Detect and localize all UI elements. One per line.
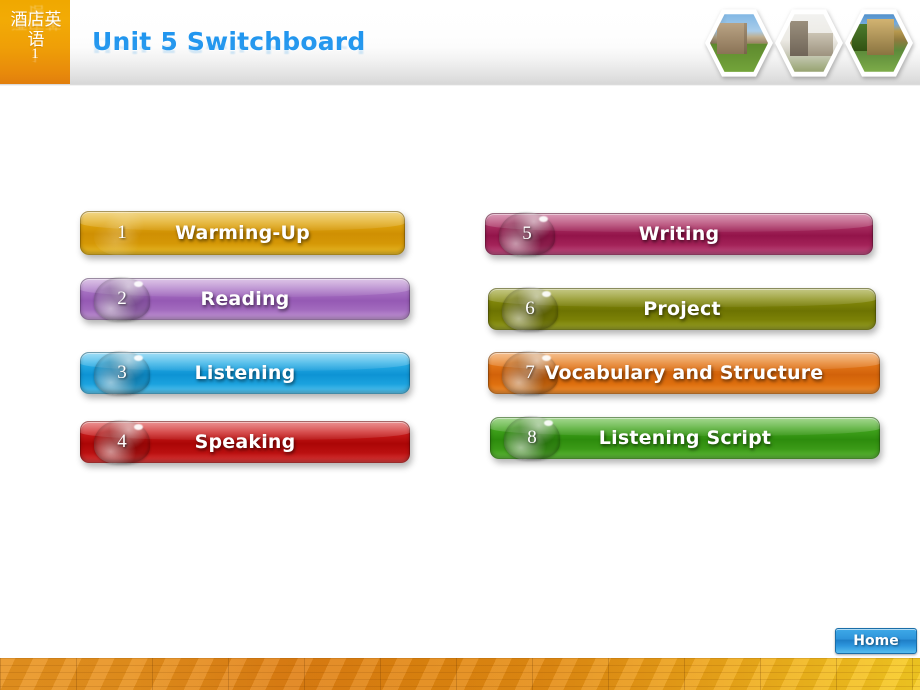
menu-button-label: Reading [200, 288, 290, 310]
menu-button-label: Writing [638, 223, 720, 245]
header-divider [0, 84, 920, 86]
hex-photo-campus-2 [775, 8, 843, 78]
course-logo-title-reflection: 酒店英语 [10, 3, 62, 31]
home-button-label: Home [853, 633, 899, 649]
menu-button-label: Project [643, 298, 721, 320]
menu-button-project[interactable]: 6 Project [488, 287, 876, 331]
menu-button-vocabulary-and-structure[interactable]: 7 Vocabulary and Structure [488, 351, 880, 395]
menu-button-writing[interactable]: 5 Writing [485, 212, 873, 256]
home-button[interactable]: Home [835, 628, 917, 654]
menu-button-listening-script[interactable]: 8 Listening Script [490, 416, 880, 460]
menu-button-speaking[interactable]: 4 Speaking [80, 420, 410, 464]
menu-button-listening[interactable]: 3 Listening [80, 351, 410, 395]
footer-decorative-strip [0, 658, 920, 690]
page-header: 酒店英语 酒店英语 1 1 Unit 5 Switchboard Unit 5 … [0, 0, 920, 86]
page-title-reflection: Unit 5 Switchboard [92, 32, 366, 57]
menu-button-reading[interactable]: 2 Reading [80, 277, 410, 321]
course-logo-block: 酒店英语 酒店英语 1 1 [0, 0, 70, 86]
menu-button-label: Warming-Up [175, 222, 310, 244]
hex-photo-campus-1 [705, 8, 773, 78]
menu-button-warming-up[interactable]: 1 Warming-Up [80, 211, 405, 255]
hex-photo-campus-3 [845, 8, 913, 78]
menu-button-label: Listening Script [598, 427, 772, 449]
course-logo-number-reflection: 1 [31, 52, 39, 64]
header-thumbnail-group [705, 8, 915, 80]
menu-button-label: Speaking [194, 431, 296, 453]
menu-button-label: Listening [194, 362, 296, 384]
menu-button-label: Vocabulary and Structure [544, 362, 824, 384]
